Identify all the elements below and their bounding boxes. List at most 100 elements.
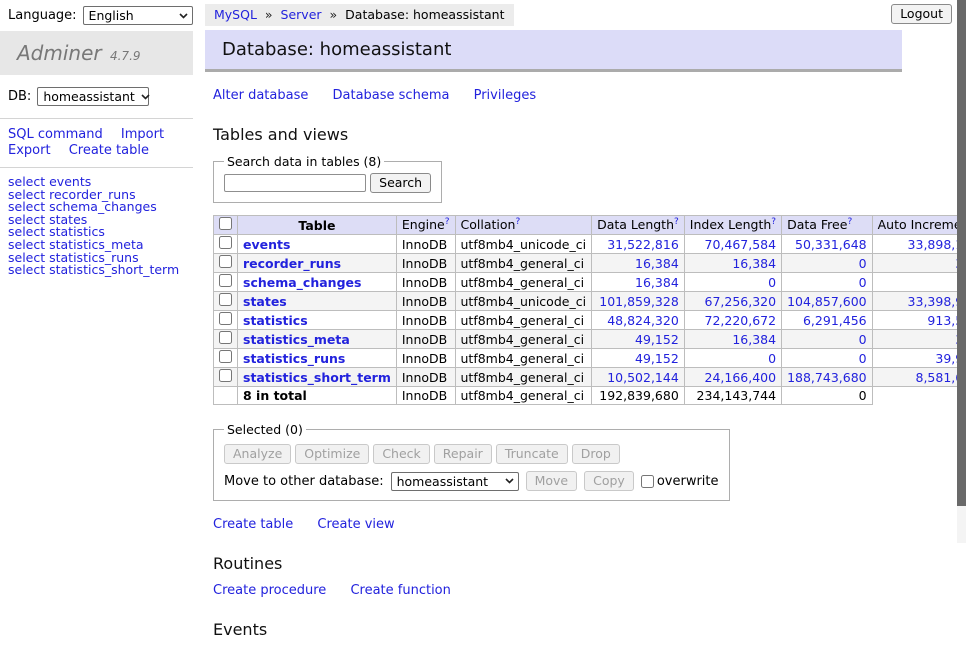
move-button[interactable]: Move <box>526 471 578 491</box>
sidebar-link-create-table[interactable]: Create table <box>69 143 149 158</box>
table-cell[interactable]: 104,857,600 <box>782 292 873 311</box>
collation-help-link[interactable]: ? <box>515 217 520 227</box>
row-checkbox-cell[interactable] <box>214 349 238 368</box>
table-name-link[interactable]: schema_changes <box>243 275 361 290</box>
create-procedure-link[interactable]: Create procedure <box>213 583 326 598</box>
app-name[interactable]: Adminer <box>17 41 102 65</box>
create-view-link[interactable]: Create view <box>317 517 394 532</box>
search-button[interactable]: Search <box>370 173 431 193</box>
row-checkbox[interactable] <box>219 350 232 363</box>
table-cell[interactable]: 0 <box>782 254 873 273</box>
table-cell[interactable]: 67,256,320 <box>684 292 781 311</box>
sidebar-select-link[interactable]: select statistics_short_term <box>8 264 193 277</box>
table-cell[interactable]: 0 <box>782 273 873 292</box>
table-cell[interactable]: 101,859,328 <box>592 292 685 311</box>
table-cell[interactable]: 0 <box>782 349 873 368</box>
analyze-button[interactable]: Analyze <box>224 444 291 464</box>
table-name-link[interactable]: recorder_runs <box>243 256 341 271</box>
row-checkbox[interactable] <box>219 369 232 382</box>
alter-database-link[interactable]: Alter database <box>213 88 308 103</box>
table-cell[interactable]: 378 <box>872 254 966 273</box>
table-cell[interactable]: 49,152 <box>592 349 685 368</box>
table-cell[interactable]: 6 <box>872 273 966 292</box>
copy-button[interactable]: Copy <box>584 471 634 491</box>
table-cell[interactable]: 8,581,645 <box>872 368 966 387</box>
breadcrumb-server-link[interactable]: Server <box>281 7 322 22</box>
table-cell[interactable]: 39,999 <box>872 349 966 368</box>
row-checkbox-cell[interactable] <box>214 273 238 292</box>
row-checkbox-cell[interactable] <box>214 311 238 330</box>
drop-button[interactable]: Drop <box>572 444 620 464</box>
table-cell[interactable]: 913,577 <box>872 311 966 330</box>
table-cell: utf8mb4_unicode_ci <box>455 292 592 311</box>
create-table-link[interactable]: Create table <box>213 517 293 532</box>
row-checkbox[interactable] <box>219 236 232 249</box>
row-checkbox[interactable] <box>219 293 232 306</box>
table-cell[interactable]: 31,522,816 <box>592 235 685 254</box>
table-cell[interactable]: 49,152 <box>592 330 685 349</box>
check-button[interactable]: Check <box>373 444 429 464</box>
table-cell[interactable]: 33,898,196 <box>872 235 966 254</box>
logout-button[interactable]: Logout <box>891 4 952 24</box>
row-checkbox[interactable] <box>219 312 232 325</box>
select-all-cell[interactable] <box>214 216 238 235</box>
table-name-link[interactable]: events <box>243 237 290 252</box>
table-cell[interactable]: 16,384 <box>592 273 685 292</box>
row-checkbox-cell[interactable] <box>214 330 238 349</box>
privileges-link[interactable]: Privileges <box>474 88 537 103</box>
table-cell[interactable]: 33,398,984 <box>872 292 966 311</box>
table-cell[interactable]: 0 <box>684 349 781 368</box>
row-checkbox[interactable] <box>219 331 232 344</box>
table-cell[interactable]: 6,291,456 <box>782 311 873 330</box>
table-cell[interactable]: 70,467,584 <box>684 235 781 254</box>
row-checkbox[interactable] <box>219 274 232 287</box>
sidebar-link-sql-command[interactable]: SQL command <box>8 127 103 142</box>
table-cell[interactable]: 325 <box>872 330 966 349</box>
table-cell[interactable]: 48,824,320 <box>592 311 685 330</box>
table-name-link[interactable]: statistics_meta <box>243 332 350 347</box>
table-cell[interactable]: 16,384 <box>684 330 781 349</box>
overwrite-option[interactable]: overwrite <box>641 474 719 489</box>
sidebar-link-export[interactable]: Export <box>8 143 51 158</box>
table-row: statisticsInnoDButf8mb4_general_ci48,824… <box>214 311 966 330</box>
db-select[interactable]: homeassistant <box>37 87 149 106</box>
table-cell[interactable]: 0 <box>782 330 873 349</box>
table-name-link[interactable]: states <box>243 294 287 309</box>
table-cell[interactable]: 188,743,680 <box>782 368 873 387</box>
table-cell[interactable]: 10,502,144 <box>592 368 685 387</box>
table-cell[interactable]: 16,384 <box>592 254 685 273</box>
table-name-link[interactable]: statistics <box>243 313 308 328</box>
table-name-link[interactable]: statistics_runs <box>243 351 345 366</box>
table-cell[interactable]: 16,384 <box>684 254 781 273</box>
select-all-checkbox[interactable] <box>219 217 232 230</box>
create-function-link[interactable]: Create function <box>350 583 450 598</box>
table-cell[interactable]: 24,166,400 <box>684 368 781 387</box>
table-cell[interactable]: 0 <box>684 273 781 292</box>
move-database-select[interactable]: homeassistant <box>391 472 519 491</box>
search-legend: Search data in tables (8) <box>224 154 384 169</box>
database-schema-link[interactable]: Database schema <box>333 88 450 103</box>
search-input[interactable] <box>224 174 366 192</box>
table-name-link[interactable]: statistics_short_term <box>243 370 391 385</box>
engine-help-link[interactable]: ? <box>445 217 450 227</box>
sidebar-link-import[interactable]: Import <box>121 127 164 142</box>
breadcrumb-mysql-link[interactable]: MySQL <box>214 7 257 22</box>
table-cell[interactable]: 72,220,672 <box>684 311 781 330</box>
language-select[interactable]: English <box>83 6 193 25</box>
table-cell[interactable]: 50,331,648 <box>782 235 873 254</box>
row-checkbox-cell[interactable] <box>214 368 238 387</box>
table-total-row: 8 in total InnoDB utf8mb4_general_ci 192… <box>214 387 966 405</box>
row-checkbox-cell[interactable] <box>214 235 238 254</box>
row-checkbox-cell[interactable] <box>214 254 238 273</box>
data-length-help-link[interactable]: ? <box>674 217 679 227</box>
index-length-help-link[interactable]: ? <box>771 217 776 227</box>
optimize-button[interactable]: Optimize <box>295 444 369 464</box>
overwrite-checkbox[interactable] <box>641 475 654 488</box>
scrollbar-thumb[interactable] <box>957 0 966 506</box>
truncate-button[interactable]: Truncate <box>496 444 568 464</box>
repair-button[interactable]: Repair <box>434 444 492 464</box>
row-checkbox[interactable] <box>219 255 232 268</box>
row-checkbox-cell[interactable] <box>214 292 238 311</box>
vertical-scrollbar[interactable] <box>957 0 966 543</box>
data-free-help-link[interactable]: ? <box>847 217 852 227</box>
